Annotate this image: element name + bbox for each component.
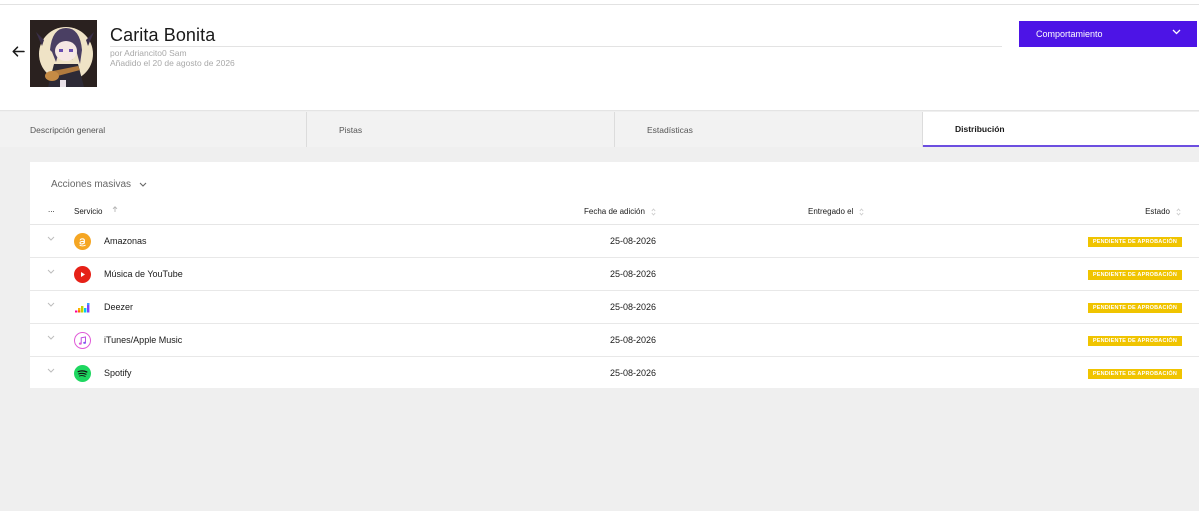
- youtube-music-icon: [74, 266, 91, 283]
- date-added: 25-08-2026: [610, 302, 657, 312]
- deezer-icon: [74, 299, 91, 316]
- table-header: ... Servicio Fecha de adición Entregado …: [30, 202, 1199, 225]
- status-column-header[interactable]: Estado: [1145, 207, 1181, 216]
- expand-row-icon[interactable]: [47, 302, 55, 307]
- service-column-header[interactable]: Servicio: [74, 206, 118, 216]
- behavior-dropdown-label: Comportamiento: [1036, 29, 1103, 39]
- table-row[interactable]: Amazonas 25-08-2026 PENDIENTE DE APROBAC…: [30, 225, 1199, 258]
- bulk-actions-label: Acciones masivas: [51, 179, 132, 190]
- tab-distribution[interactable]: Distribución: [923, 112, 1199, 147]
- status-column-label: Estado: [1145, 207, 1170, 216]
- tab-overview-label: Descripción general: [30, 124, 106, 135]
- tab-statistics-label: Estadísticas: [647, 124, 693, 135]
- table-row[interactable]: iTunes/Apple Music 25-08-2026 PENDIENTE …: [30, 324, 1199, 357]
- tab-tracks-label: Pistas: [339, 124, 363, 135]
- expand-row-icon[interactable]: [47, 236, 55, 241]
- title-divider: [110, 46, 1002, 47]
- behavior-dropdown[interactable]: Comportamiento: [1019, 21, 1197, 47]
- expand-row-icon[interactable]: [47, 368, 55, 373]
- release-header: Carita Bonita por Adriancito0 Sam Añadid…: [0, 5, 1199, 111]
- status-badge: PENDIENTE DE APROBACIÓN: [1087, 336, 1182, 346]
- sort-icon: [651, 207, 656, 216]
- service-name: Spotify: [104, 368, 132, 378]
- sort-icon: [1176, 207, 1181, 216]
- service-name: Deezer: [104, 302, 134, 312]
- date-added: 25-08-2026: [610, 335, 657, 345]
- spotify-icon: [74, 365, 91, 382]
- date-added: 25-08-2026: [610, 236, 657, 246]
- date-added-column-label: Fecha de adición: [584, 207, 645, 216]
- service-name: Música de YouTube: [104, 269, 183, 279]
- sort-ascending-icon: [113, 206, 118, 212]
- bulk-actions-dropdown[interactable]: Acciones masivas: [51, 179, 147, 190]
- chevron-down-icon: [1172, 29, 1181, 35]
- date-added-column-header[interactable]: Fecha de adición: [584, 207, 656, 216]
- tab-overview[interactable]: Descripción general: [0, 112, 307, 147]
- delivered-column-label: Entregado el: [808, 207, 854, 216]
- status-badge: PENDIENTE DE APROBACIÓN: [1087, 369, 1182, 379]
- release-tabs: Descripción general Pistas Estadísticas …: [0, 112, 1199, 147]
- release-cover-art: [30, 20, 97, 87]
- arrow-left-icon: [11, 45, 25, 57]
- back-button[interactable]: [9, 43, 27, 59]
- status-badge: PENDIENTE DE APROBACIÓN: [1087, 303, 1182, 313]
- service-name: Amazonas: [104, 236, 147, 246]
- tab-statistics[interactable]: Estadísticas: [615, 112, 923, 147]
- itunes-icon: [74, 332, 91, 349]
- status-badge: PENDIENTE DE APROBACIÓN: [1087, 270, 1182, 280]
- delivered-column-header[interactable]: Entregado el: [808, 207, 864, 216]
- select-column-header[interactable]: ...: [48, 205, 55, 214]
- release-artist: por Adriancito0 Sam: [110, 48, 187, 58]
- expand-row-icon[interactable]: [47, 335, 55, 340]
- expand-row-icon[interactable]: [47, 269, 55, 274]
- release-added-date: Añadido el 20 de agosto de 2026: [110, 58, 235, 68]
- release-title: Carita Bonita: [110, 25, 216, 45]
- service-column-label: Servicio: [74, 207, 103, 216]
- status-badge: PENDIENTE DE APROBACIÓN: [1087, 237, 1182, 247]
- amazon-icon: [74, 233, 91, 250]
- tab-distribution-label: Distribución: [955, 123, 1005, 134]
- distribution-card: Acciones masivas ... Servicio Fecha de a…: [30, 162, 1199, 388]
- service-name: iTunes/Apple Music: [104, 335, 183, 345]
- chevron-down-icon: [139, 182, 147, 187]
- table-row[interactable]: Deezer 25-08-2026 PENDIENTE DE APROBACIÓ…: [30, 291, 1199, 324]
- table-row[interactable]: Spotify 25-08-2026 PENDIENTE DE APROBACI…: [30, 357, 1199, 390]
- sort-icon: [859, 207, 864, 216]
- select-column-label: ...: [48, 205, 55, 214]
- tab-tracks[interactable]: Pistas: [307, 112, 615, 147]
- date-added: 25-08-2026: [610, 269, 657, 279]
- table-row[interactable]: Música de YouTube 25-08-2026 PENDIENTE D…: [30, 258, 1199, 291]
- date-added: 25-08-2026: [610, 368, 657, 378]
